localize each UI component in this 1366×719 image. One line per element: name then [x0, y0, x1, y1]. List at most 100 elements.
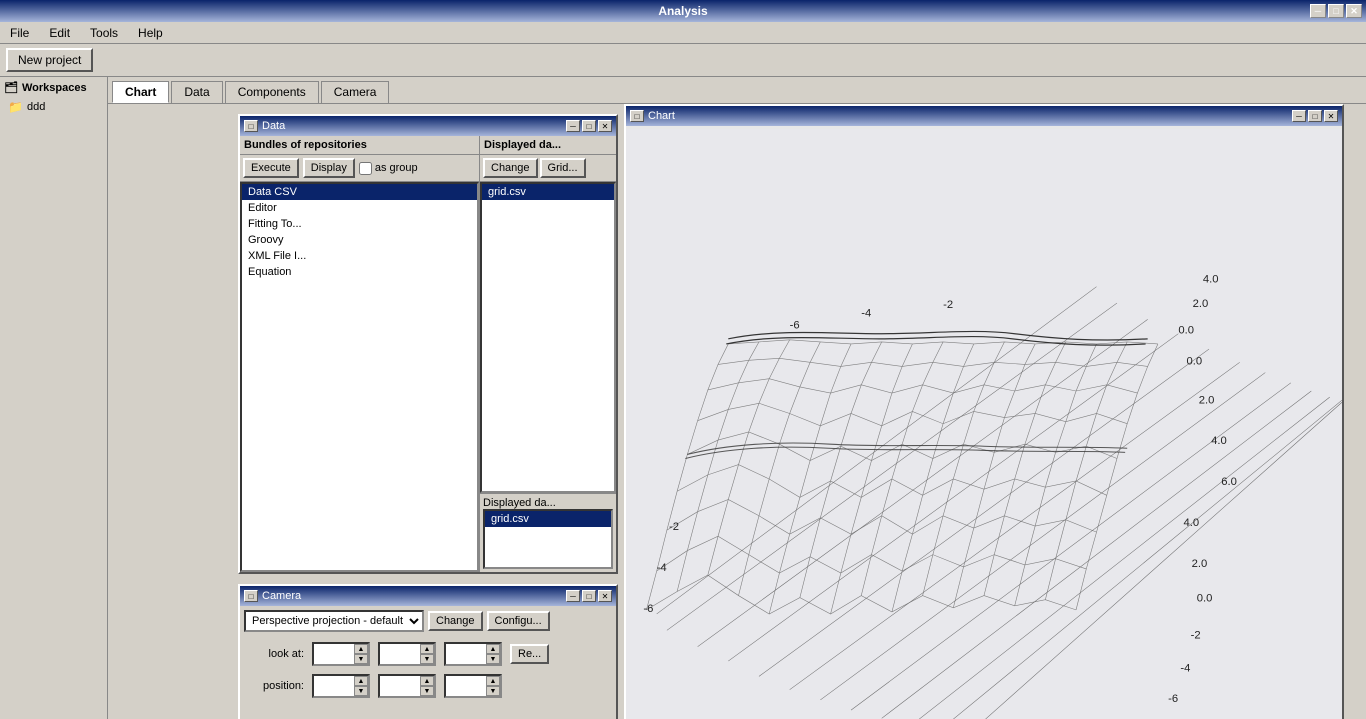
list-item[interactable]: Editor — [242, 200, 477, 216]
pos-y-input[interactable]: -10 — [380, 679, 420, 693]
pos-z-down[interactable]: ▼ — [486, 686, 500, 696]
svg-text:-6: -6 — [1168, 693, 1178, 705]
look-at-x-up[interactable]: ▲ — [354, 644, 368, 654]
displayed-files-list[interactable]: grid.csv — [480, 182, 616, 493]
data-panel-max-btn[interactable]: □ — [582, 120, 596, 132]
workspaces-icon: 🗂 — [4, 81, 18, 94]
camera-panel-close-btn[interactable]: ✕ — [598, 590, 612, 602]
data-panel-restore-btn[interactable]: □ — [244, 120, 258, 132]
camera-panel-restore-btn[interactable]: □ — [244, 590, 258, 602]
pos-y-down[interactable]: ▼ — [420, 686, 434, 696]
chart-panel-close-btn[interactable]: ✕ — [1324, 110, 1338, 122]
tab-data[interactable]: Data — [171, 81, 222, 103]
menu-tools[interactable]: Tools — [84, 24, 124, 42]
data-panel-titlebar: □ Data ─ □ ✕ — [240, 116, 616, 136]
as-group-checkbox[interactable] — [359, 162, 372, 175]
list-item[interactable]: Fitting To... — [242, 216, 477, 232]
pos-x-spinner[interactable]: 5 ▲ ▼ — [312, 674, 370, 698]
data-panel-min-btn[interactable]: ─ — [566, 120, 580, 132]
look-at-y-input[interactable]: 0 — [380, 647, 420, 661]
look-at-x-down[interactable]: ▼ — [354, 654, 368, 664]
tab-camera[interactable]: Camera — [321, 81, 390, 103]
displayed-sub-list[interactable]: grid.csv — [483, 509, 613, 569]
close-button[interactable]: ✕ — [1346, 4, 1362, 18]
look-at-x-input[interactable]: 0 — [314, 647, 354, 661]
axis-x-neg6: -6 — [790, 320, 800, 332]
pos-x-input[interactable]: 5 — [314, 679, 354, 693]
camera-configure-button[interactable]: Configu... — [487, 611, 550, 631]
look-at-x-spinner[interactable]: 0 ▲ ▼ — [312, 642, 370, 666]
pos-y-spinner[interactable]: -10 ▲ ▼ — [378, 674, 436, 698]
change-button[interactable]: Change — [483, 158, 538, 178]
tab-chart[interactable]: Chart — [112, 81, 169, 103]
repositories-list[interactable]: Data CSV Editor Fitting To... Groovy XML… — [240, 182, 479, 572]
camera-change-button[interactable]: Change — [428, 611, 483, 631]
menu-file[interactable]: File — [4, 24, 35, 42]
execute-button[interactable]: Execute — [243, 158, 299, 178]
list-item[interactable]: Groovy — [242, 232, 477, 248]
chart-panel-title: Chart — [648, 110, 675, 122]
work-area: Chart Data Components Camera □ Data ─ □ … — [108, 77, 1366, 719]
look-at-y-up[interactable]: ▲ — [420, 644, 434, 654]
look-at-z-down[interactable]: ▼ — [486, 654, 500, 664]
camera-panel-max-btn[interactable]: □ — [582, 590, 596, 602]
camera-panel-titlebar: □ Camera ─ □ ✕ — [240, 586, 616, 606]
look-at-z-spinner[interactable]: 0 ▲ ▼ — [444, 642, 502, 666]
displayed-sub-header: Displayed da... — [483, 497, 613, 509]
camera-rows: look at: 0 ▲ ▼ 0 ▲ — [244, 638, 612, 698]
grid-button[interactable]: Grid... — [540, 158, 586, 178]
window-controls: ─ □ ✕ — [1310, 4, 1362, 18]
list-item[interactable]: grid.csv — [485, 511, 611, 527]
displayed-section: Displayed da... Change Grid... grid.csv … — [480, 136, 616, 572]
look-at-z-input[interactable]: 0 — [446, 647, 486, 661]
folder-icon: 📁 — [8, 100, 23, 114]
work-area-inner: □ Data ─ □ ✕ Bundles of repositories Exe — [108, 104, 1366, 719]
display-button[interactable]: Display — [303, 158, 355, 178]
reset-button[interactable]: Re... — [510, 644, 549, 664]
axis-z-4: 4.0 — [1203, 274, 1219, 286]
pos-x-down[interactable]: ▼ — [354, 686, 368, 696]
pos-x-up[interactable]: ▲ — [354, 676, 368, 686]
sidebar-title: 🗂 Workspaces — [4, 81, 103, 94]
position-row: position: 5 ▲ ▼ -10 — [244, 674, 612, 698]
sidebar: 🗂 Workspaces 📁 ddd — [0, 77, 108, 719]
pos-y-up[interactable]: ▲ — [420, 676, 434, 686]
axis-y-4: 4.0 — [1211, 435, 1227, 447]
look-at-y-spinner[interactable]: 0 ▲ ▼ — [378, 642, 436, 666]
list-item[interactable]: Equation — [242, 264, 477, 280]
axis-z-2: 2.0 — [1193, 298, 1209, 310]
position-label: position: — [244, 680, 304, 692]
tab-components[interactable]: Components — [225, 81, 319, 103]
menu-help[interactable]: Help — [132, 24, 169, 42]
axis-z-neg6: -6 — [643, 603, 653, 615]
menu-edit[interactable]: Edit — [43, 24, 76, 42]
axis-z-neg2: -2 — [669, 521, 679, 533]
projection-select[interactable]: Perspective projection - default — [244, 610, 424, 632]
data-panel-close-btn[interactable]: ✕ — [598, 120, 612, 132]
list-item[interactable]: grid.csv — [482, 184, 614, 200]
chart-panel-restore-btn[interactable]: □ — [630, 110, 644, 122]
bundles-section: Bundles of repositories Execute Display … — [240, 136, 480, 572]
maximize-button[interactable]: □ — [1328, 4, 1344, 18]
axis-z-0: 0.0 — [1178, 325, 1194, 337]
chart-svg: -6 -4 -2 0.0 2.0 4.0 6.0 -6 -4 -2 0.0 2. — [626, 126, 1342, 719]
camera-panel-min-btn[interactable]: ─ — [566, 590, 580, 602]
chart-panel-max-btn[interactable]: □ — [1308, 110, 1322, 122]
minimize-button[interactable]: ─ — [1310, 4, 1326, 18]
look-at-y-down[interactable]: ▼ — [420, 654, 434, 664]
look-at-z-up[interactable]: ▲ — [486, 644, 500, 654]
list-item[interactable]: Data CSV — [242, 184, 477, 200]
pos-z-spinner[interactable]: 10 ▲ ▼ — [444, 674, 502, 698]
menu-bar: File Edit Tools Help — [0, 22, 1366, 44]
list-item[interactable]: XML File I... — [242, 248, 477, 264]
look-at-label: look at: — [244, 648, 304, 660]
window-title: Analysis — [658, 4, 707, 18]
camera-panel: □ Camera ─ □ ✕ Perspective projection - … — [238, 584, 618, 719]
pos-z-up[interactable]: ▲ — [486, 676, 500, 686]
pos-z-input[interactable]: 10 — [446, 679, 486, 693]
sidebar-item-ddd[interactable]: 📁 ddd — [4, 98, 103, 116]
new-project-button[interactable]: New project — [6, 48, 93, 72]
bundles-toolbar: Execute Display as group — [240, 155, 479, 182]
svg-text:-4: -4 — [1180, 662, 1190, 674]
chart-panel-min-btn[interactable]: ─ — [1292, 110, 1306, 122]
